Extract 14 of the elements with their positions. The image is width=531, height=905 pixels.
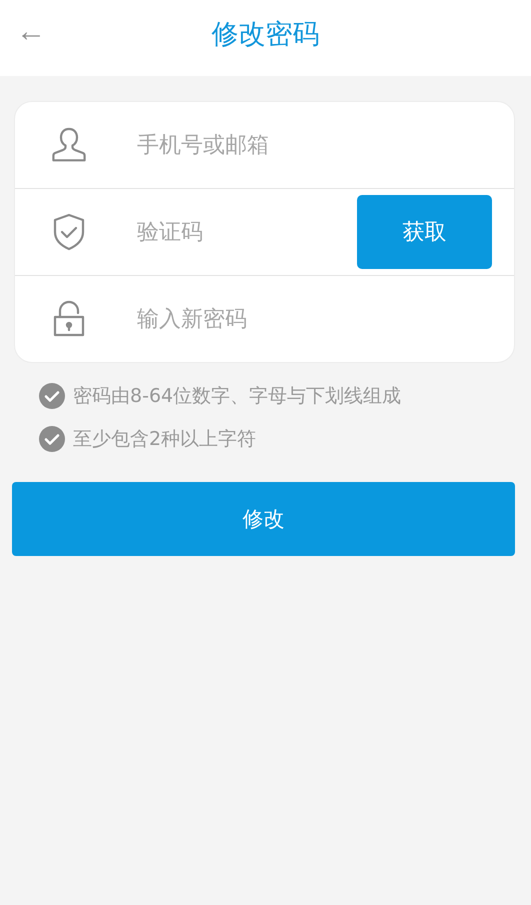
input-field[interactable]: 验证码: [123, 212, 357, 252]
user-icon: [50, 126, 88, 164]
get-code-button[interactable]: 获取: [357, 195, 492, 269]
check-circle-icon: [39, 383, 65, 409]
submit-button[interactable]: 修改: [12, 482, 515, 556]
rule-text: 至少包含2种以上字符: [73, 427, 256, 452]
input-field[interactable]: 手机号或邮箱: [123, 125, 514, 165]
shield-check-icon: [52, 213, 86, 251]
lock-icon: [52, 300, 86, 338]
page-title: 修改密码: [212, 18, 320, 52]
check-circle-icon: [39, 426, 65, 452]
rule-text: 密码由8-64位数字、字母与下划线组成: [73, 384, 402, 409]
input-field[interactable]: 输入新密码: [123, 299, 514, 339]
back-button[interactable]: ←: [12, 12, 50, 52]
